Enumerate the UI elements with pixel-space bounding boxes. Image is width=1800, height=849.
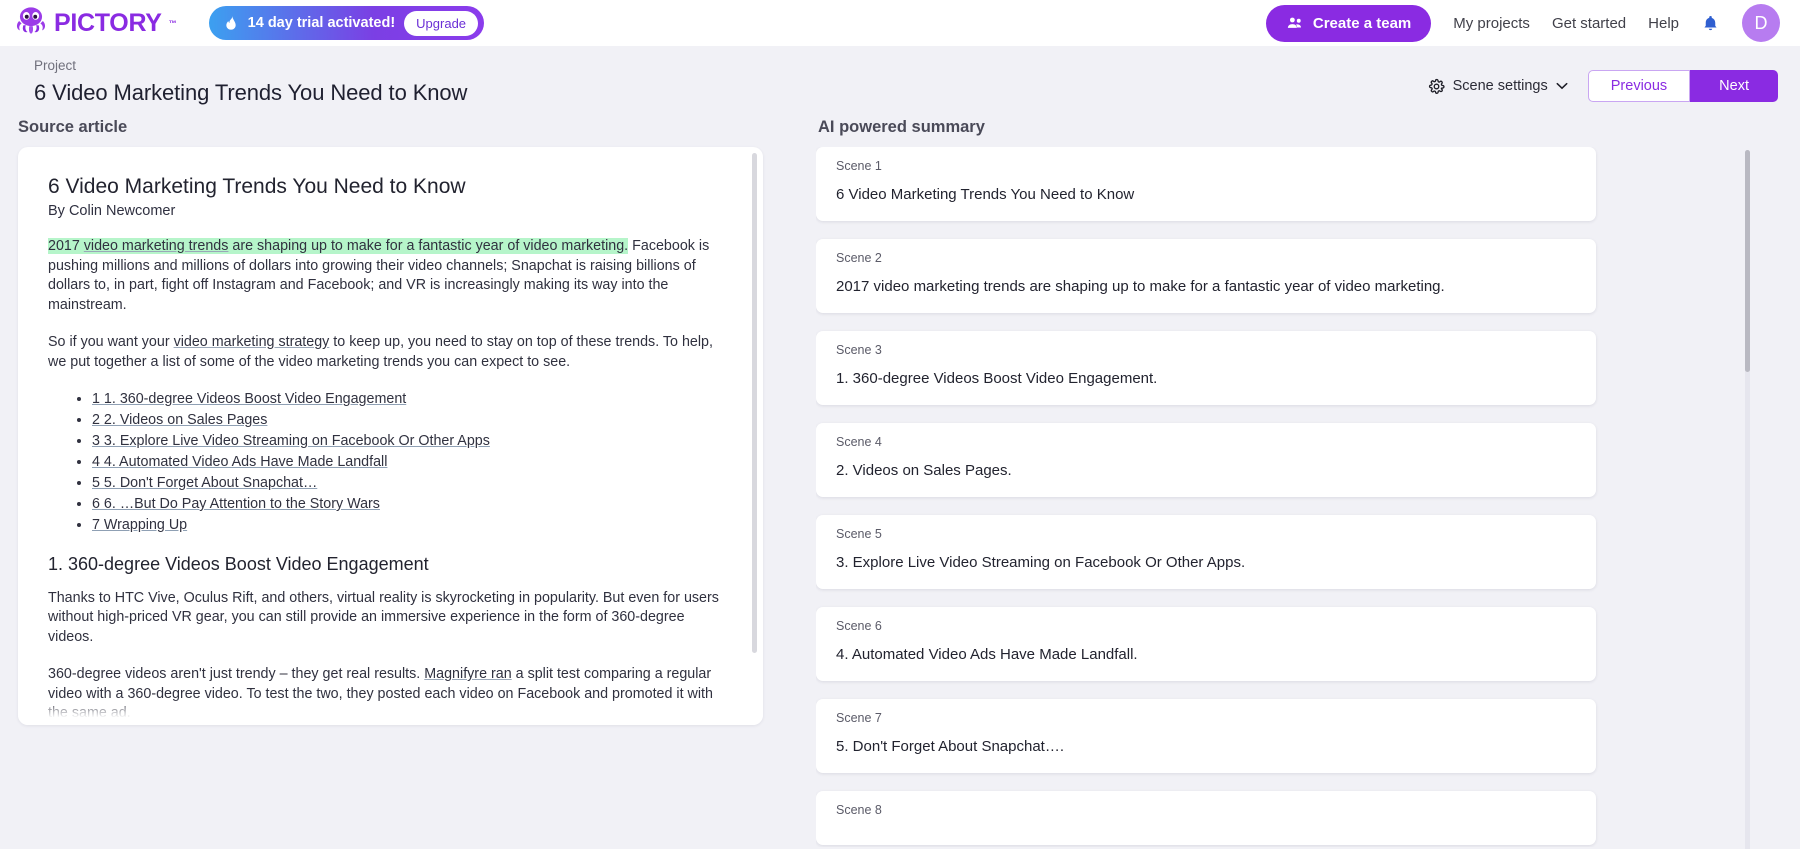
scene-text[interactable]: 2. Videos on Sales Pages. [836, 461, 1576, 481]
user-avatar[interactable]: D [1742, 4, 1780, 42]
toc-link-4[interactable]: 4 4. Automated Video Ads Have Made Landf… [92, 454, 387, 470]
article-byline: By Colin Newcomer [48, 203, 729, 219]
list-item[interactable]: 2 2. Videos on Sales Pages [92, 411, 729, 431]
scene-card[interactable]: Scene 3 1. 360-degree Videos Boost Video… [816, 331, 1596, 405]
project-header-actions: Scene settings Previous Next [1428, 70, 1778, 102]
scene-number: Scene 1 [836, 159, 1576, 173]
nav-get-started[interactable]: Get started [1552, 15, 1626, 32]
article-scroll-region: 6 Video Marketing Trends You Need to Kno… [48, 175, 729, 725]
main-content: Source article 6 Video Marketing Trends … [0, 106, 1800, 847]
upgrade-button[interactable]: Upgrade [404, 11, 478, 36]
source-article-panel: Source article 6 Video Marketing Trends … [0, 106, 800, 847]
nav-my-projects[interactable]: My projects [1453, 15, 1530, 32]
article-link-video-marketing-trends[interactable]: video marketing trends [84, 238, 229, 254]
article-paragraph-4: 360-degree videos aren't just trendy – t… [48, 665, 729, 724]
scene-number: Scene 5 [836, 527, 1576, 541]
scene-text[interactable]: 3. Explore Live Video Streaming on Faceb… [836, 553, 1576, 573]
breadcrumb: Project [34, 58, 1428, 73]
scene-card[interactable]: Scene 5 3. Explore Live Video Streaming … [816, 515, 1596, 589]
scene-text[interactable]: 5. Don't Forget About Snapchat…. [836, 737, 1576, 757]
scene-card[interactable]: Scene 1 6 Video Marketing Trends You Nee… [816, 147, 1596, 221]
source-article-card: 6 Video Marketing Trends You Need to Kno… [18, 147, 763, 725]
paragraph-2-a: So if you want your [48, 334, 174, 350]
scene-text[interactable]: 2017 video marketing trends are shaping … [836, 277, 1576, 297]
article-link-magnifyre[interactable]: Magnifyre ran [424, 666, 511, 682]
octopus-logo-icon [14, 4, 48, 43]
top-navigation-bar: PICTORY ™ 14 day trial activated! Upgrad… [0, 0, 1800, 46]
gear-icon [1428, 78, 1445, 95]
article-table-of-contents: 1 1. 360-degree Videos Boost Video Engag… [92, 390, 729, 536]
article-paragraph-3: Thanks to HTC Vive, Oculus Rift, and oth… [48, 589, 729, 648]
chevron-down-icon [1556, 82, 1568, 90]
toc-link-2[interactable]: 2 2. Videos on Sales Pages [92, 412, 267, 428]
article-link-video-marketing-strategy[interactable]: video marketing strategy [174, 334, 330, 350]
list-item[interactable]: 7 Wrapping Up [92, 516, 729, 536]
scene-number: Scene 7 [836, 711, 1576, 725]
project-header-left: Project 6 Video Marketing Trends You Nee… [34, 58, 1428, 106]
next-button[interactable]: Next [1690, 70, 1778, 102]
create-team-label: Create a team [1313, 15, 1411, 32]
project-header: Project 6 Video Marketing Trends You Nee… [0, 46, 1800, 106]
flame-icon [223, 15, 239, 31]
toc-link-5[interactable]: 5 5. Don't Forget About Snapchat… [92, 475, 317, 491]
list-item[interactable]: 1 1. 360-degree Videos Boost Video Engag… [92, 390, 729, 410]
nav-help[interactable]: Help [1648, 15, 1679, 32]
trademark-symbol: ™ [169, 19, 177, 28]
highlight-text-b: are shaping up to make for a fantastic y… [228, 238, 628, 254]
toc-link-6[interactable]: 6 6. …But Do Pay Attention to the Story … [92, 496, 380, 512]
list-item[interactable]: 5 5. Don't Forget About Snapchat… [92, 474, 729, 494]
scene-settings-button[interactable]: Scene settings [1428, 78, 1568, 95]
scene-text[interactable]: 4. Automated Video Ads Have Made Landfal… [836, 645, 1576, 665]
source-article-label: Source article [18, 118, 800, 137]
trial-banner: 14 day trial activated! Upgrade [209, 6, 484, 40]
bell-icon[interactable] [1701, 13, 1720, 34]
trial-text: 14 day trial activated! [248, 15, 396, 31]
list-item[interactable]: 6 6. …But Do Pay Attention to the Story … [92, 495, 729, 515]
scene-list: Scene 1 6 Video Marketing Trends You Nee… [816, 147, 1606, 847]
scene-card[interactable]: Scene 6 4. Automated Video Ads Have Made… [816, 607, 1596, 681]
toc-link-1[interactable]: 1 1. 360-degree Videos Boost Video Engag… [92, 391, 406, 407]
previous-button[interactable]: Previous [1588, 70, 1690, 102]
app-logo[interactable]: PICTORY ™ [14, 4, 177, 43]
top-nav-right-group: Create a team My projects Get started He… [1266, 4, 1780, 42]
scene-number: Scene 4 [836, 435, 1576, 449]
article-paragraph-1: 2017 video marketing trends are shaping … [48, 237, 729, 315]
highlight-text-a: 2017 [48, 238, 84, 254]
scene-card[interactable]: Scene 4 2. Videos on Sales Pages. [816, 423, 1596, 497]
team-icon [1286, 14, 1304, 32]
ai-summary-panel: AI powered summary Scene 1 6 Video Marke… [800, 106, 1800, 847]
page-title: 6 Video Marketing Trends You Need to Kno… [34, 80, 1428, 106]
scene-text[interactable]: 1. 360-degree Videos Boost Video Engagem… [836, 369, 1576, 389]
list-item[interactable]: 3 3. Explore Live Video Streaming on Fac… [92, 432, 729, 452]
brand-name: PICTORY [54, 9, 162, 38]
article-scrollbar[interactable] [752, 153, 757, 653]
scene-card[interactable]: Scene 7 5. Don't Forget About Snapchat…. [816, 699, 1596, 773]
create-team-button[interactable]: Create a team [1266, 5, 1431, 42]
scene-number: Scene 3 [836, 343, 1576, 357]
scene-text[interactable]: 6 Video Marketing Trends You Need to Kno… [836, 185, 1576, 205]
ai-summary-label: AI powered summary [818, 118, 1800, 137]
scene-settings-label: Scene settings [1453, 78, 1548, 94]
list-item[interactable]: 4 4. Automated Video Ads Have Made Landf… [92, 453, 729, 473]
scene-list-scrollbar[interactable] [1745, 150, 1750, 372]
article-title: 6 Video Marketing Trends You Need to Kno… [48, 175, 729, 199]
scene-nav-buttons: Previous Next [1588, 70, 1778, 102]
scene-number: Scene 8 [836, 803, 1576, 817]
article-paragraph-2: So if you want your video marketing stra… [48, 333, 729, 372]
article-section-heading: 1. 360-degree Videos Boost Video Engagem… [48, 554, 729, 575]
scene-card[interactable]: Scene 8 [816, 791, 1596, 845]
scene-card[interactable]: Scene 2 2017 video marketing trends are … [816, 239, 1596, 313]
toc-link-3[interactable]: 3 3. Explore Live Video Streaming on Fac… [92, 433, 490, 449]
toc-link-7[interactable]: 7 Wrapping Up [92, 517, 187, 533]
paragraph-4-a: 360-degree videos aren't just trendy – t… [48, 666, 424, 682]
scene-number: Scene 6 [836, 619, 1576, 633]
scene-number: Scene 2 [836, 251, 1576, 265]
